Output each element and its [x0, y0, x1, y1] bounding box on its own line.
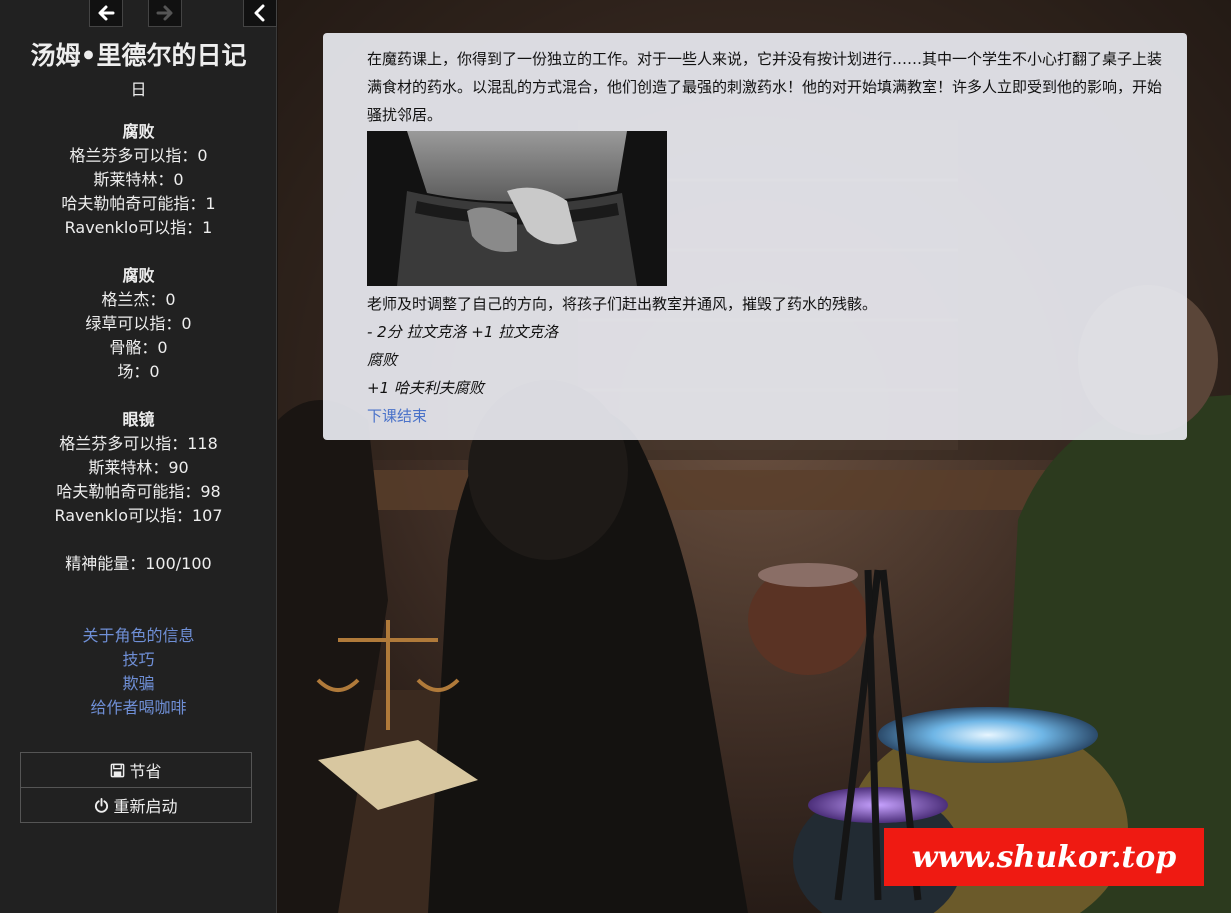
floppy-disk-icon: [111, 763, 125, 777]
link-buy-coffee[interactable]: 给作者喝咖啡: [0, 696, 277, 720]
stat-header: 眼镜: [122, 410, 155, 429]
stat-line: 格兰杰：0: [101, 290, 176, 309]
stat-line: 哈夫勒帕奇可能指：98: [56, 482, 221, 501]
restart-button[interactable]: 重新启动: [20, 787, 252, 823]
stat-line: Ravenklo可以指：1: [64, 218, 213, 237]
stat-header: 腐败: [122, 266, 155, 285]
stat-line: 格兰芬多可以指：0: [69, 146, 208, 165]
story-title: 汤姆•里德尔的日记: [30, 41, 247, 70]
restart-button-label: 重新启动: [113, 797, 178, 816]
power-icon: [95, 797, 109, 813]
back-button[interactable]: [89, 0, 123, 27]
passage-paragraph: 老师及时调整了自己的方向，将孩子们赶出教室并通风，摧毁了药水的残骸。: [367, 295, 878, 313]
stat-block-points: 眼镜 格兰芬多可以指：118 斯莱特林：90 哈夫勒帕奇可能指：98 Raven…: [0, 408, 277, 528]
stat-line: 骨骼：0: [109, 338, 168, 357]
stat-line: 斯莱特林：0: [93, 170, 184, 189]
sidebar: 汤姆•里德尔的日记 日 腐败 格兰芬多可以指：0 斯莱特林：0 哈夫勒帕奇可能指…: [0, 0, 277, 913]
collapse-sidebar-button[interactable]: [243, 0, 277, 27]
effect-line: 腐败: [367, 351, 398, 369]
passage-image: [367, 131, 667, 286]
stat-line: 格兰芬多可以指：118: [59, 434, 218, 453]
save-button[interactable]: 节省: [20, 752, 252, 788]
stat-line: 场：0: [117, 362, 160, 381]
link-cheats[interactable]: 欺骗: [0, 672, 277, 696]
arrow-right-icon: [156, 5, 173, 21]
stat-line: Ravenklo可以指：107: [54, 506, 223, 525]
save-button-label: 节省: [129, 762, 162, 781]
continue-link[interactable]: 下课结束: [367, 407, 427, 425]
stat-block-corruption-characters: 腐败 格兰杰：0 绿草可以指：0 骨骼：0 场：0: [0, 264, 277, 384]
stat-line: 绿草可以指：0: [85, 314, 192, 333]
stat-block-corruption-houses: 腐败 格兰芬多可以指：0 斯莱特林：0 哈夫勒帕奇可能指：1 Ravenklo可…: [0, 120, 277, 240]
link-character-info[interactable]: 关于角色的信息: [0, 624, 277, 648]
watermark: www.shukor.top: [884, 828, 1204, 886]
sidebar-links: 关于角色的信息 技巧 欺骗 给作者喝咖啡: [0, 624, 277, 720]
effect-line: +1 哈夫利夫腐败: [367, 379, 484, 397]
stat-header: 腐败: [122, 122, 155, 141]
effect-line: - 2分 拉文克洛 +1 拉文克洛: [367, 323, 559, 341]
story-day: 日: [130, 80, 147, 99]
mental-energy: 精神能量：100/100: [65, 554, 212, 573]
forward-button[interactable]: [148, 0, 182, 27]
passage-panel: 在魔药课上，你得到了一份独立的工作。对于一些人来说，它并没有按计划进行……其中一…: [323, 33, 1187, 440]
passage-paragraph: 在魔药课上，你得到了一份独立的工作。对于一些人来说，它并没有按计划进行……其中一…: [367, 50, 1163, 124]
link-skills[interactable]: 技巧: [0, 648, 277, 672]
chevron-left-icon: [254, 4, 265, 22]
stat-line: 哈夫勒帕奇可能指：1: [61, 194, 216, 213]
stat-line: 斯莱特林：90: [88, 458, 189, 477]
arrow-left-icon: [98, 5, 115, 21]
